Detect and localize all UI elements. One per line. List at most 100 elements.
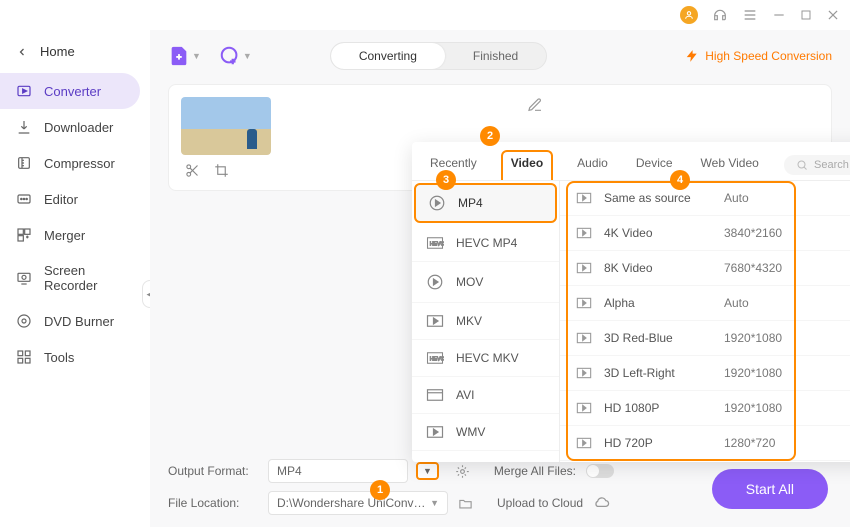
back-icon [16, 46, 28, 58]
video-icon [576, 191, 592, 205]
resolution-value: 1280*720 [724, 436, 850, 450]
headset-icon[interactable] [712, 7, 728, 23]
tab-webvideo[interactable]: Web Video [697, 150, 763, 180]
cloud-icon[interactable] [593, 496, 610, 511]
home-nav[interactable]: Home [0, 38, 150, 73]
bolt-icon [685, 49, 699, 63]
tools-icon [16, 349, 32, 365]
sidebar-item-editor[interactable]: Editor [0, 181, 150, 217]
tab-converting[interactable]: Converting [331, 43, 445, 69]
format-item[interactable]: HEVC HEVC MKV [412, 340, 559, 377]
tab-audio[interactable]: Audio [573, 150, 612, 180]
minimize-icon[interactable] [772, 8, 786, 22]
callout-1: 1 [370, 480, 390, 500]
maximize-icon[interactable] [800, 9, 812, 21]
high-speed-toggle[interactable]: High Speed Conversion [685, 49, 832, 63]
resolution-item[interactable]: 3D Left-Right 1920*1080 [560, 356, 850, 391]
rename-icon[interactable] [527, 97, 543, 113]
crop-icon[interactable] [214, 163, 229, 178]
sidebar-item-label: Editor [44, 192, 78, 207]
topbar: ▼ ▼ Converting Finished High Speed Conve… [168, 42, 832, 70]
resolution-list: Same as source Auto 4K Video 3840*2160 8… [560, 181, 850, 462]
resolution-item[interactable]: 4K Video 3840*2160 [560, 216, 850, 251]
format-item[interactable]: WMV [412, 414, 559, 451]
sidebar-item-dvd[interactable]: DVD Burner [0, 303, 150, 339]
resolution-value: 1920*1080 [724, 401, 850, 415]
resolution-value: 1920*1080 [724, 331, 850, 345]
add-dvd-button[interactable]: ▼ [219, 45, 252, 67]
close-icon[interactable] [826, 8, 840, 22]
user-avatar[interactable] [680, 6, 698, 24]
menu-icon[interactable] [742, 7, 758, 23]
sidebar-item-label: Converter [44, 84, 101, 99]
tab-finished[interactable]: Finished [445, 43, 546, 69]
sidebar-item-label: DVD Burner [44, 314, 114, 329]
chevron-down-icon: ▼ [192, 51, 201, 61]
format-label: MKV [456, 314, 482, 328]
tab-video[interactable]: Video [501, 150, 553, 180]
resolution-name: HD 720P [604, 436, 724, 450]
format-label: HEVC MP4 [456, 236, 517, 250]
sidebar-item-compressor[interactable]: Compressor [0, 145, 150, 181]
chevron-down-icon: ▼ [243, 51, 252, 61]
sidebar-item-label: Screen Recorder [44, 263, 134, 293]
main-panel: ▼ ▼ Converting Finished High Speed Conve… [150, 30, 850, 527]
resolution-value: Auto [724, 191, 850, 205]
resolution-item[interactable]: HD 720P 1280*720 [560, 426, 850, 461]
upload-label: Upload to Cloud [497, 496, 583, 510]
format-item[interactable]: MOV [412, 262, 559, 303]
status-segment: Converting Finished [330, 42, 547, 70]
resolution-name: 3D Left-Right [604, 366, 724, 380]
location-select[interactable]: D:\Wondershare UniConverter 1▼ [268, 491, 448, 515]
sidebar-item-label: Tools [44, 350, 74, 365]
gear-icon[interactable] [455, 464, 470, 479]
format-list: MP4 HEVC HEVC MP4 MOV MKV [412, 181, 560, 462]
format-item[interactable]: HEVC HEVC MP4 [412, 225, 559, 262]
resolution-value: 1920*1080 [724, 366, 850, 380]
video-thumbnail[interactable] [181, 97, 271, 155]
video-icon [576, 436, 592, 450]
output-format-dropdown[interactable]: ▼ [416, 462, 439, 480]
sidebar-item-label: Compressor [44, 156, 115, 171]
start-all-button[interactable]: Start All [712, 469, 828, 509]
merge-label: Merge All Files: [494, 464, 576, 478]
format-item[interactable]: MKV [412, 303, 559, 340]
sidebar-item-converter[interactable]: Converter [0, 73, 140, 109]
output-format-select[interactable]: MP4 [268, 459, 408, 483]
format-icon [426, 314, 444, 328]
sidebar-item-recorder[interactable]: Screen Recorder [0, 253, 150, 303]
resolution-name: HD 1080P [604, 401, 724, 415]
format-icon [426, 425, 444, 439]
compressor-icon [16, 155, 32, 171]
search-icon [796, 159, 808, 171]
format-item[interactable]: M4V [412, 451, 559, 462]
editor-icon [16, 191, 32, 207]
merge-toggle[interactable] [586, 464, 614, 478]
resolution-item[interactable]: Alpha Auto [560, 286, 850, 321]
format-icon [428, 194, 446, 212]
format-label: WMV [456, 425, 485, 439]
video-icon [576, 401, 592, 415]
add-file-button[interactable]: ▼ [168, 45, 201, 67]
resolution-name: Alpha [604, 296, 724, 310]
resolution-item[interactable]: 3D Red-Blue 1920*1080 [560, 321, 850, 356]
format-item[interactable]: AVI [412, 377, 559, 414]
sidebar-item-label: Downloader [44, 120, 113, 135]
format-icon: HEVC [426, 236, 444, 250]
resolution-name: Same as source [604, 191, 724, 205]
format-item-mp4[interactable]: MP4 [414, 183, 557, 223]
format-label: AVI [456, 388, 474, 402]
folder-icon[interactable] [458, 496, 473, 511]
download-icon [16, 119, 32, 135]
video-icon [576, 226, 592, 240]
resolution-value: 7680*4320 [724, 261, 850, 275]
sidebar-item-merger[interactable]: Merger [0, 217, 150, 253]
search-input[interactable]: Search [784, 155, 850, 175]
resolution-value: Auto [724, 296, 850, 310]
sidebar-item-tools[interactable]: Tools [0, 339, 150, 375]
resolution-item[interactable]: 8K Video 7680*4320 [560, 251, 850, 286]
trim-icon[interactable] [185, 163, 200, 178]
sidebar-item-downloader[interactable]: Downloader [0, 109, 150, 145]
resolution-item[interactable]: Same as source Auto [560, 181, 850, 216]
resolution-item[interactable]: HD 1080P 1920*1080 [560, 391, 850, 426]
